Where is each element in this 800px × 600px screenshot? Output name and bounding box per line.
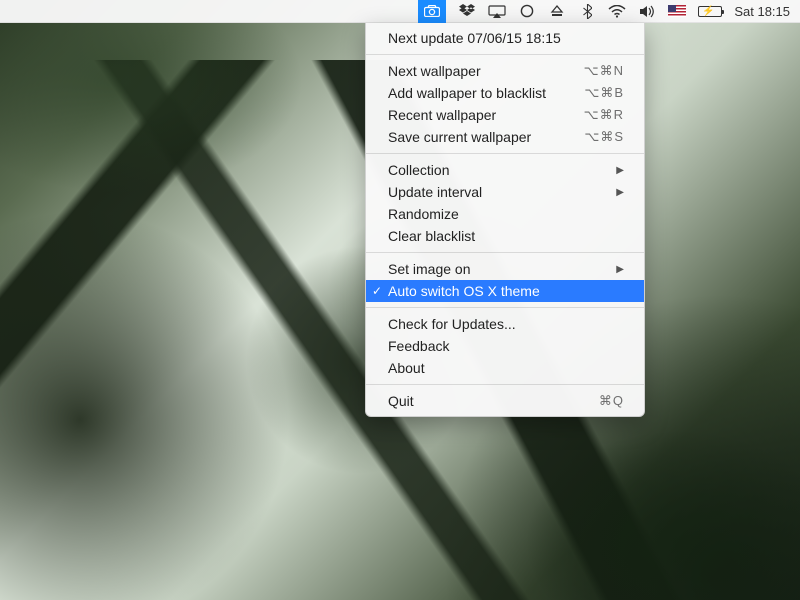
camera-icon[interactable] [418,0,446,23]
menu-item-check-updates[interactable]: Check for Updates... [366,313,644,335]
menu-item-clear-blacklist[interactable]: Clear blacklist [366,225,644,247]
menu-item-save-wallpaper[interactable]: Save current wallpaper ⌥⌘S [366,126,644,148]
menu-item-next-wallpaper[interactable]: Next wallpaper ⌥⌘N [366,60,644,82]
menubar-clock[interactable]: Sat 18:15 [734,0,790,23]
menu-item-shortcut: ⌘Q [599,393,624,409]
menu-item-set-image-on[interactable]: Set image on ▶ [366,258,644,280]
menu-item-shortcut: ⌥⌘R [584,107,624,123]
menu-separator [366,153,644,154]
menu-item-feedback[interactable]: Feedback [366,335,644,357]
menu-header: Next update 07/06/15 18:15 [366,27,644,49]
menu-header-label: Next update 07/06/15 18:15 [388,30,624,46]
menu-item-shortcut: ⌥⌘S [584,129,624,145]
menu-item-label: Check for Updates... [388,316,624,332]
app-dropdown-menu: Next update 07/06/15 18:15 Next wallpape… [365,23,645,417]
menu-item-label: Update interval [388,184,608,200]
menu-item-label: Set image on [388,261,608,277]
checkmark-icon: ✓ [372,284,382,298]
chevron-right-icon: ▶ [616,187,624,198]
menu-item-randomize[interactable]: Randomize [366,203,644,225]
app-circle-icon[interactable] [518,0,536,23]
menu-separator [366,384,644,385]
menu-separator [366,252,644,253]
menu-item-quit[interactable]: Quit ⌘Q [366,390,644,412]
airplay-icon[interactable] [488,0,506,23]
us-flag-icon[interactable] [668,0,686,23]
menu-item-label: Clear blacklist [388,228,624,244]
menubar: ⚡ Sat 18:15 [0,0,800,23]
menu-separator [366,307,644,308]
menu-item-shortcut: ⌥⌘N [584,63,624,79]
menu-item-label: Recent wallpaper [388,107,584,123]
menu-item-label: Save current wallpaper [388,129,584,145]
bluetooth-icon[interactable] [578,0,596,23]
volume-icon[interactable] [638,0,656,23]
menu-item-label: Quit [388,393,599,409]
battery-charging-icon[interactable]: ⚡ [698,0,722,23]
menu-item-add-blacklist[interactable]: Add wallpaper to blacklist ⌥⌘B [366,82,644,104]
menu-item-shortcut: ⌥⌘B [584,85,624,101]
menu-item-label: Add wallpaper to blacklist [388,85,584,101]
menu-item-auto-switch-theme[interactable]: ✓ Auto switch OS X theme [366,280,644,302]
chevron-right-icon: ▶ [616,165,624,176]
menu-separator [366,54,644,55]
menu-item-label: Next wallpaper [388,63,584,79]
menu-item-label: Feedback [388,338,624,354]
menu-item-label: Collection [388,162,608,178]
eject-icon[interactable] [548,0,566,23]
menu-item-about[interactable]: About [366,357,644,379]
menu-item-label: About [388,360,624,376]
menu-item-label: Randomize [388,206,624,222]
menu-item-update-interval[interactable]: Update interval ▶ [366,181,644,203]
dropbox-icon[interactable] [458,0,476,23]
chevron-right-icon: ▶ [616,264,624,275]
menu-item-label: Auto switch OS X theme [388,283,624,299]
wifi-icon[interactable] [608,0,626,23]
menu-item-recent-wallpaper[interactable]: Recent wallpaper ⌥⌘R [366,104,644,126]
menu-item-collection[interactable]: Collection ▶ [366,159,644,181]
